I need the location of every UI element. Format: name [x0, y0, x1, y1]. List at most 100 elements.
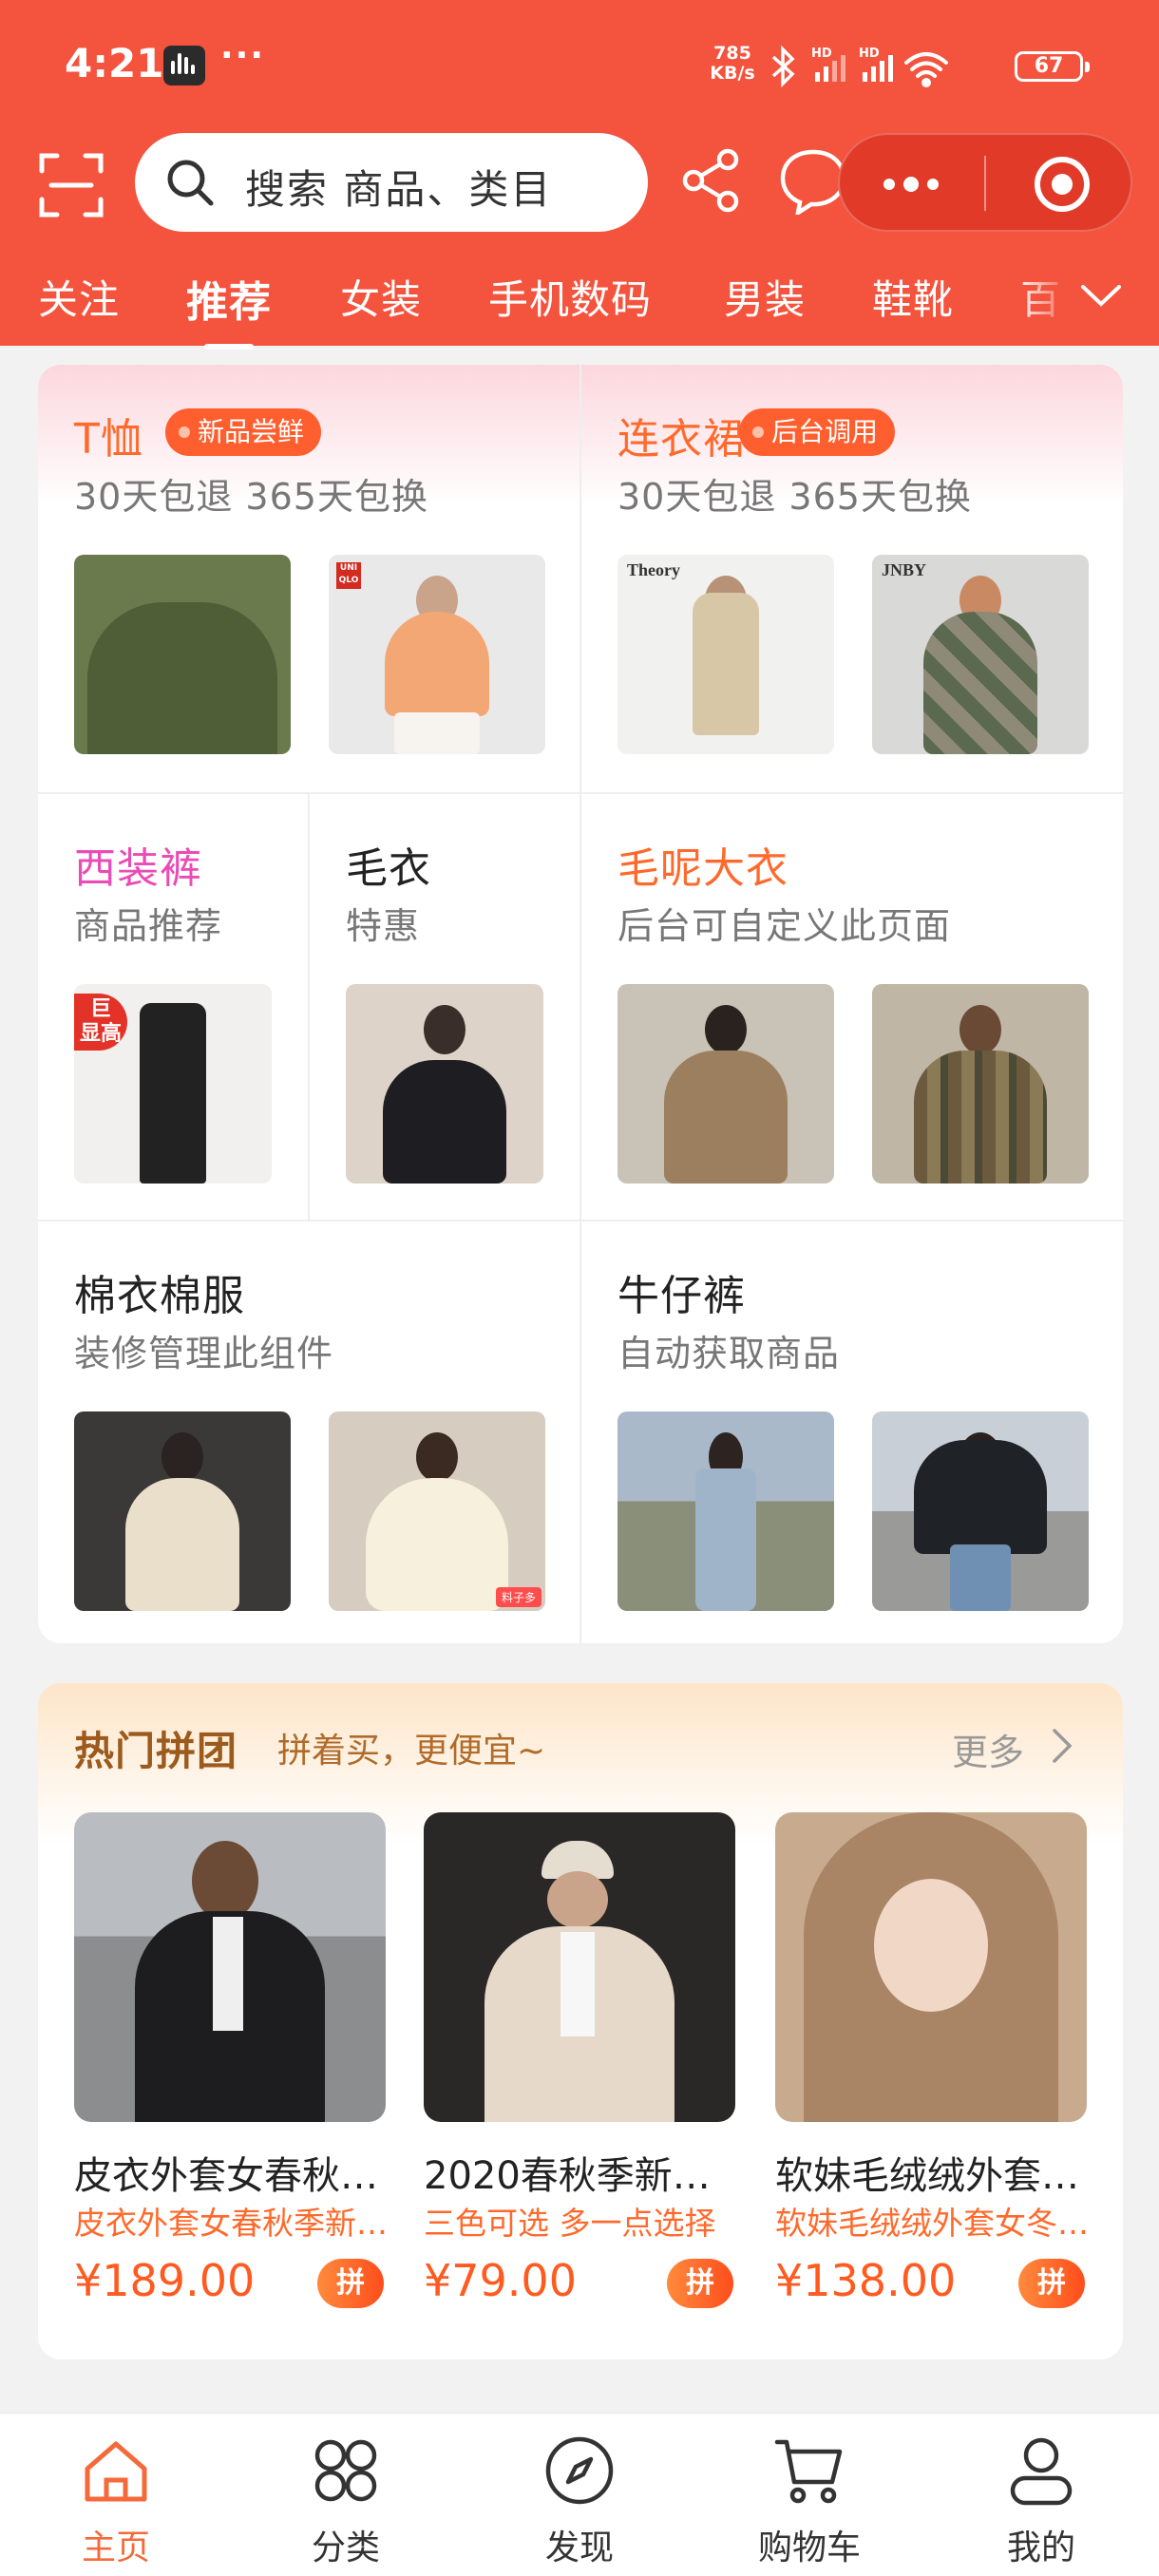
category-icon: [314, 2439, 377, 2502]
category-subtitle: 30天包退 365天包换: [74, 476, 428, 518]
sound-recorder-icon: [163, 46, 205, 85]
chevron-right-icon[interactable]: [1051, 1727, 1074, 1765]
model-head: [192, 1841, 258, 1921]
product-thumbnail[interactable]: [346, 984, 543, 1184]
category-subtitle: 商品推荐: [74, 905, 223, 947]
plaid-coat-shape: [914, 1051, 1047, 1184]
category-card-dress[interactable]: 连衣裙 后台调用 30天包退 365天包换 Theory JNBY: [581, 365, 1123, 792]
status-time: 4:21: [65, 40, 164, 86]
model-legs: [394, 712, 480, 754]
tshirt-shape: [87, 602, 277, 754]
group-buy-button[interactable]: 拼: [1018, 2259, 1085, 2308]
tab-women[interactable]: 女装: [340, 268, 422, 326]
search-icon: [167, 160, 214, 206]
inner-shirt: [560, 1932, 595, 2036]
model-face: [874, 1879, 988, 2012]
network-speed: 785 KB/s: [703, 44, 762, 84]
category-card-padded-jacket[interactable]: 棉衣棉服 装修管理此组件 料子多: [38, 1222, 580, 1643]
nav-label: 发现: [544, 2529, 614, 2567]
puffer-shape: [366, 1478, 508, 1611]
category-title: 毛呢大衣: [618, 844, 788, 893]
product-thumbnail[interactable]: 料子多: [329, 1411, 545, 1611]
product-thumbnail[interactable]: [618, 984, 834, 1184]
product-thumbnail[interactable]: UNI QLO: [329, 555, 545, 754]
category-card-sweater[interactable]: 毛衣 特惠: [310, 794, 580, 1220]
svg-text:HD: HD: [859, 47, 880, 61]
scan-icon[interactable]: [38, 152, 104, 218]
category-badge: 后台调用: [739, 408, 896, 456]
nav-category[interactable]: 分类: [270, 2414, 422, 2576]
category-card-suit-pants[interactable]: 西装裤 商品推荐 巨显高: [38, 794, 308, 1220]
category-title: T恤: [74, 415, 143, 464]
model-body: [385, 612, 489, 716]
search-input[interactable]: 搜索 商品、类目: [135, 133, 648, 232]
product-thumbnail[interactable]: JNBY: [872, 555, 1089, 754]
category-title: 棉衣棉服: [74, 1272, 245, 1320]
category-subtitle: 后台可自定义此页面: [618, 905, 952, 947]
network-speed-unit: KB/s: [710, 63, 755, 84]
promo-note: 料子多: [495, 1587, 542, 1607]
product-thumbnail[interactable]: [74, 1411, 291, 1611]
user-icon: [1010, 2437, 1073, 2506]
capsule-divider: [984, 156, 986, 211]
category-badge: 新品尝鲜: [165, 408, 322, 456]
category-grid: T恤 新品尝鲜 30天包退 365天包换 UNI QLO 连衣裙 后台调用 30…: [38, 365, 1123, 1643]
category-title: 西装裤: [74, 844, 202, 893]
product-image: [424, 1812, 735, 2122]
group-buy-subtitle: 拼着买，更便宜~: [277, 1732, 546, 1771]
inner-shirt: [213, 1917, 243, 2031]
share-icon[interactable]: [676, 146, 745, 215]
nav-home[interactable]: 主页: [40, 2414, 192, 2576]
tab-follow[interactable]: 关注: [38, 268, 120, 326]
tab-recommend[interactable]: 推荐: [186, 268, 272, 350]
product-desc: 皮衣外套女春秋季新款韩版: [74, 2205, 388, 2242]
product-price: ¥189.00: [74, 2255, 256, 2306]
category-card-wool-coat[interactable]: 毛呢大衣 后台可自定义此页面: [581, 794, 1123, 1220]
status-bar: 4:21 ··· 785 KB/s HD HD 67: [0, 0, 1159, 133]
product-thumbnail[interactable]: [618, 1411, 834, 1611]
jacket-shape: [125, 1478, 239, 1611]
product-image: [775, 1812, 1087, 2122]
sweater-shape: [923, 612, 1037, 754]
product-thumbnail[interactable]: Theory: [618, 555, 834, 754]
product-thumbnail[interactable]: [872, 1411, 1089, 1611]
chevron-down-icon[interactable]: [1079, 281, 1123, 310]
status-icons: HD HD: [771, 45, 948, 88]
product-price: ¥138.00: [775, 2255, 957, 2306]
category-card-tshirt[interactable]: T恤 新品尝鲜 30天包退 365天包换 UNI QLO: [38, 365, 580, 792]
tab-men[interactable]: 男装: [724, 268, 806, 326]
sweater-shape: [383, 1060, 506, 1184]
nav-profile[interactable]: 我的: [965, 2414, 1117, 2576]
category-subtitle: 自动获取商品: [618, 1333, 841, 1374]
tab-shoes[interactable]: 鞋靴: [872, 268, 954, 326]
group-buy-more-link[interactable]: 更多: [952, 1723, 1024, 1775]
nav-discover[interactable]: 发现: [504, 2414, 656, 2576]
pants-shape: [140, 1003, 206, 1184]
mini-program-capsule: [838, 133, 1132, 232]
target-icon[interactable]: [1032, 154, 1092, 215]
more-dots-icon[interactable]: [878, 156, 944, 213]
product-thumbnail[interactable]: [74, 555, 291, 754]
category-subtitle: 装修管理此组件: [74, 1333, 334, 1374]
tab-digital[interactable]: 手机数码: [488, 268, 652, 326]
product-thumbnail[interactable]: 巨显高: [74, 984, 272, 1184]
model-head: [416, 1432, 458, 1482]
product-thumbnail[interactable]: [872, 984, 1089, 1184]
nav-cart[interactable]: 购物车: [733, 2414, 885, 2576]
jacket-shape: [914, 1440, 1047, 1554]
category-card-jeans[interactable]: 牛仔裤 自动获取商品: [581, 1222, 1123, 1643]
status-more: ···: [220, 36, 266, 75]
jeans-shape: [695, 1468, 756, 1611]
category-subtitle: 特惠: [346, 905, 421, 947]
group-buy-button[interactable]: 拼: [667, 2259, 733, 2308]
product-desc: 软妹毛绒绒外套女冬季新款: [775, 2205, 1089, 2242]
home-icon: [85, 2441, 147, 2502]
product-name: 软妹毛绒绒外套冬季: [775, 2154, 1089, 2198]
jeans-shape: [950, 1544, 1011, 1611]
category-title: 牛仔裤: [618, 1272, 746, 1320]
category-subtitle: 30天包退 365天包换: [618, 476, 972, 518]
group-buy-button[interactable]: 拼: [317, 2259, 384, 2308]
promo-badge: 巨显高: [74, 994, 127, 1051]
group-buy-section: 热门拼团 拼着买，更便宜~ 更多 皮衣外套女春秋季新款 皮衣外套女春秋季新款韩版…: [38, 1683, 1123, 2359]
category-title: 连衣裙: [618, 415, 746, 464]
